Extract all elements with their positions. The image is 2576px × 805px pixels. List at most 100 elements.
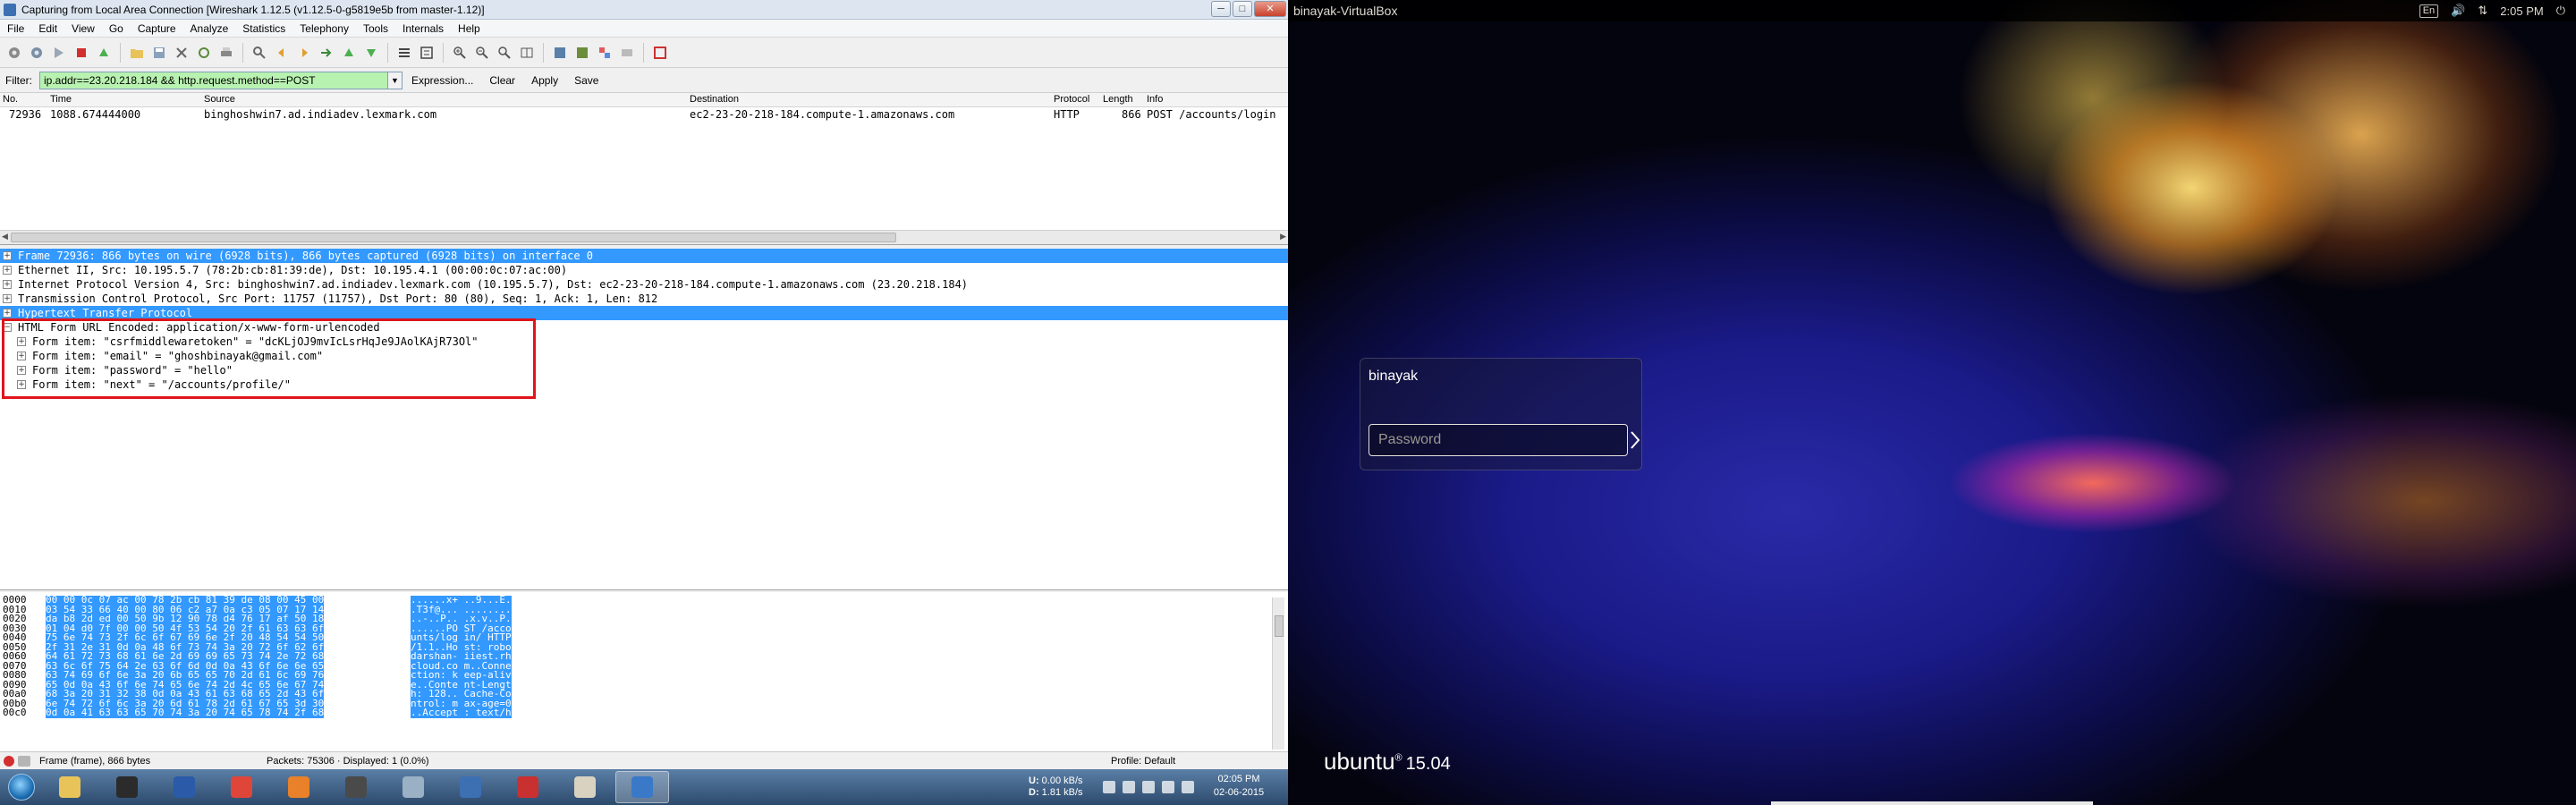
taskbar-app-network[interactable] — [386, 771, 440, 803]
expand-icon[interactable]: + — [17, 366, 26, 375]
expert-info-icon[interactable] — [18, 755, 30, 767]
tree-row[interactable]: + Internet Protocol Version 4, Src: bingh… — [0, 277, 1288, 292]
start-button[interactable] — [0, 769, 43, 805]
taskbar-app-filezilla[interactable] — [501, 771, 555, 803]
column-source[interactable]: Source — [204, 94, 235, 105]
preferences-icon[interactable] — [616, 42, 638, 64]
volume-icon[interactable] — [1161, 781, 1174, 793]
menu-tools[interactable]: Tools — [356, 22, 395, 35]
taskbar-app-firefox[interactable] — [272, 771, 326, 803]
tree-row[interactable]: − HTML Form URL Encoded: application/x-ww… — [0, 320, 1288, 335]
normal-size-icon[interactable] — [494, 42, 515, 64]
autoscroll-icon[interactable] — [416, 42, 437, 64]
vm-clock[interactable]: 2:05 PM — [2500, 4, 2543, 18]
column-protocol[interactable]: Protocol — [1054, 94, 1089, 105]
tree-row[interactable]: + Transmission Control Protocol, Src Port… — [0, 292, 1288, 306]
find-packet-icon[interactable] — [249, 42, 270, 64]
save-file-icon[interactable] — [148, 42, 170, 64]
scrollbar-thumb[interactable] — [11, 233, 896, 242]
menu-telephony[interactable]: Telephony — [292, 22, 356, 35]
taskbar-app-powershell[interactable] — [157, 771, 211, 803]
expression-button[interactable]: Expression... — [411, 74, 473, 87]
keyboard-layout-indicator[interactable]: En — [2419, 4, 2439, 18]
print-icon[interactable] — [216, 42, 237, 64]
tree-child-row[interactable]: + Form item: "email" = "ghoshbinayak@gmai… — [0, 349, 1288, 363]
packet-row[interactable]: 72936 1088.674444000 binghoshwin7.ad.ind… — [0, 107, 1288, 122]
column-time[interactable]: Time — [50, 94, 72, 105]
taskbar-app-explorer[interactable] — [43, 771, 97, 803]
taskbar-app-paint[interactable] — [558, 771, 612, 803]
taskbar-app-wireshark[interactable] — [615, 771, 669, 803]
capture-options-icon[interactable] — [26, 42, 47, 64]
maximize-button[interactable]: □ — [1233, 1, 1252, 17]
taskbar-app-virtualbox[interactable] — [444, 771, 497, 803]
tree-row[interactable]: + Ethernet II, Src: 10.195.5.7 (78:2b:cb:… — [0, 263, 1288, 277]
menu-edit[interactable]: Edit — [31, 22, 64, 35]
stop-capture-icon[interactable] — [71, 42, 92, 64]
capture-filters-icon[interactable] — [549, 42, 571, 64]
zoom-out-icon[interactable] — [471, 42, 493, 64]
taskbar-clock[interactable]: 02:05 PM 02-06-2015 — [1203, 773, 1275, 800]
close-button[interactable]: ✕ — [1254, 1, 1286, 17]
tree-row[interactable]: + Hypertext Transfer Protocol — [0, 306, 1288, 320]
colorize-icon[interactable] — [394, 42, 415, 64]
power-icon[interactable]: ⏻ — [2556, 4, 2565, 18]
menu-view[interactable]: View — [64, 22, 102, 35]
capture-status-icon[interactable] — [4, 755, 14, 767]
login-username[interactable]: binayak — [1368, 369, 1418, 385]
coloring-rules-icon[interactable] — [594, 42, 615, 64]
go-forward-icon[interactable] — [293, 42, 315, 64]
filter-input[interactable]: ip.addr==23.20.218.184 && http.request.m… — [39, 71, 388, 89]
network-icon[interactable] — [1141, 781, 1155, 793]
taskbar-app-chrome[interactable] — [215, 771, 268, 803]
go-to-packet-icon[interactable] — [316, 42, 337, 64]
scroll-right-icon[interactable]: ▶ — [1280, 232, 1286, 242]
resize-columns-icon[interactable] — [516, 42, 538, 64]
collapse-icon[interactable]: − — [3, 323, 12, 332]
network-icon[interactable]: ⇅ — [2478, 4, 2487, 18]
restart-capture-icon[interactable] — [93, 42, 114, 64]
first-packet-icon[interactable] — [338, 42, 360, 64]
menu-internals[interactable]: Internals — [395, 22, 451, 35]
tree-child-row[interactable]: + Form item: "password" = "hello" — [0, 363, 1288, 377]
start-capture-icon[interactable] — [48, 42, 70, 64]
taskbar-app-sublime[interactable] — [329, 771, 383, 803]
last-packet-icon[interactable] — [360, 42, 382, 64]
show-hidden-icons-icon[interactable] — [1102, 781, 1115, 793]
tree-row[interactable]: + Frame 72936: 866 bytes on wire (6928 bi… — [0, 249, 1288, 263]
menu-help[interactable]: Help — [451, 22, 487, 35]
menu-statistics[interactable]: Statistics — [235, 22, 292, 35]
menu-capture[interactable]: Capture — [131, 22, 183, 35]
expand-icon[interactable]: + — [17, 337, 26, 346]
help-icon[interactable] — [649, 42, 671, 64]
column-length[interactable]: Length — [1103, 94, 1133, 105]
tree-child-row[interactable]: + Form item: "csrfmiddlewaretoken" = "dcK… — [0, 335, 1288, 349]
reload-icon[interactable] — [193, 42, 215, 64]
expand-icon[interactable]: + — [3, 266, 12, 275]
expand-icon[interactable]: + — [3, 294, 12, 303]
horizontal-scrollbar[interactable]: ◀ ▶ — [0, 230, 1288, 244]
expand-icon[interactable]: + — [3, 309, 12, 318]
expand-icon[interactable]: + — [17, 352, 26, 360]
tree-child-row[interactable]: + Form item: "next" = "/accounts/profile/… — [0, 377, 1288, 392]
vertical-scrollbar[interactable] — [1272, 597, 1284, 750]
scroll-left-icon[interactable]: ◀ — [2, 232, 8, 242]
go-back-icon[interactable] — [271, 42, 292, 64]
open-file-icon[interactable] — [126, 42, 148, 64]
power-icon[interactable] — [1181, 781, 1194, 793]
status-profile[interactable]: Profile: Default — [1111, 756, 1175, 767]
chevron-down-icon[interactable]: ▼ — [388, 71, 402, 89]
expand-icon[interactable]: + — [3, 280, 12, 289]
column-destination[interactable]: Destination — [690, 94, 739, 105]
column-no[interactable]: No. — [3, 94, 18, 105]
column-info[interactable]: Info — [1147, 94, 1163, 105]
zoom-in-icon[interactable] — [449, 42, 470, 64]
save-filter-button[interactable]: Save — [574, 74, 598, 87]
display-filters-icon[interactable] — [572, 42, 593, 64]
password-field[interactable] — [1368, 424, 1628, 456]
close-file-icon[interactable] — [171, 42, 192, 64]
apply-button[interactable]: Apply — [531, 74, 558, 87]
menu-analyze[interactable]: Analyze — [183, 22, 236, 35]
minimize-button[interactable]: ─ — [1211, 1, 1231, 17]
volume-icon[interactable]: 🔊 — [2451, 4, 2465, 18]
